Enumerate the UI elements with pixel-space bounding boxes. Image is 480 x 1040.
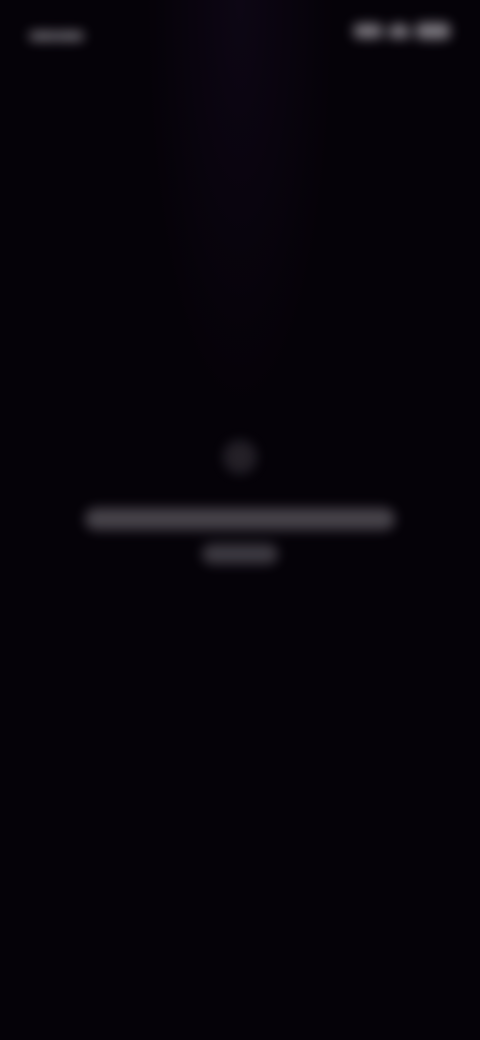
status-icons — [354, 18, 450, 44]
app-screen: ▬▬ — [0, 0, 480, 1040]
empty-state-message — [85, 508, 395, 530]
status-bar: ▬▬ — [0, 0, 480, 64]
status-time-placeholder: ▬▬ — [30, 15, 84, 46]
status-left: ▬▬ — [30, 15, 84, 46]
signal-icon — [354, 24, 382, 38]
wifi-icon — [388, 24, 410, 38]
empty-state-action[interactable] — [202, 544, 278, 564]
battery-icon — [416, 23, 450, 39]
info-icon — [223, 440, 257, 474]
empty-state — [0, 440, 480, 564]
